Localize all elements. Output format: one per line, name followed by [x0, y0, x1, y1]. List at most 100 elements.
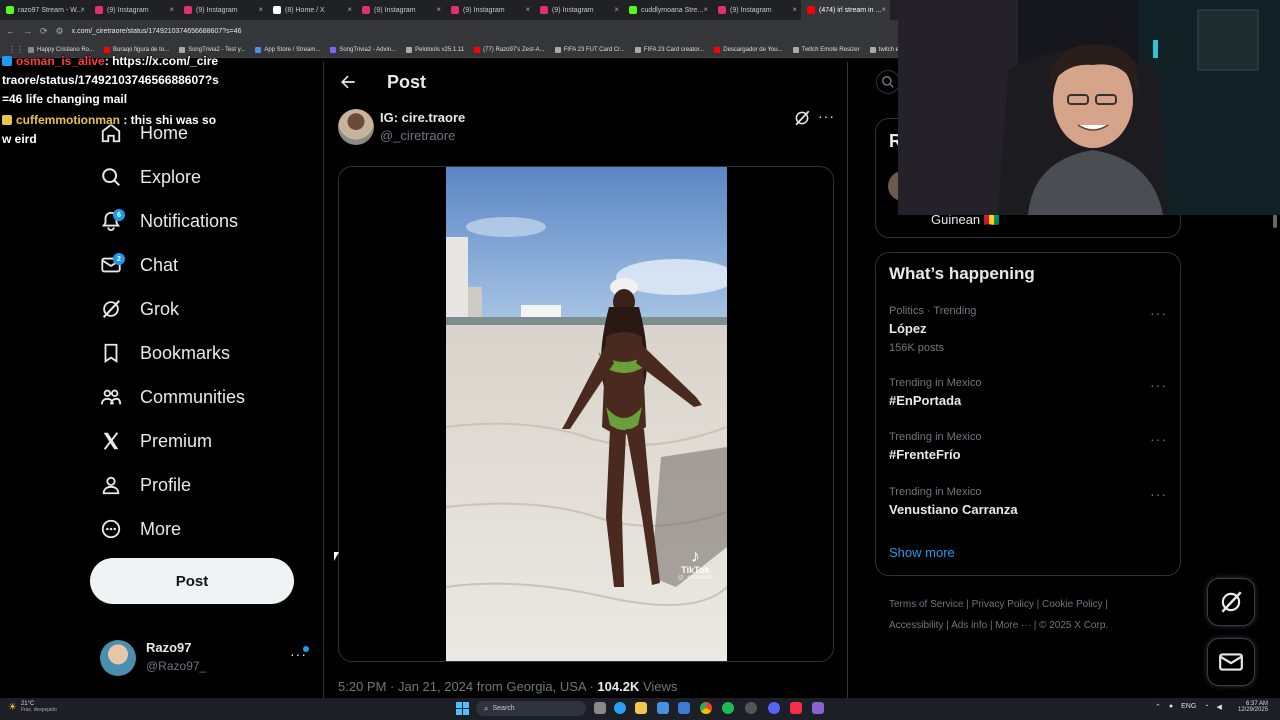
bookmark-favicon-icon — [869, 46, 876, 53]
author-avatar[interactable] — [338, 109, 374, 145]
trend-item[interactable]: Trending in Mexico Venustiano Carranza — [889, 486, 1169, 517]
tab-close-icon[interactable]: × — [258, 5, 263, 14]
more-dots-icon[interactable]: ··· — [1150, 377, 1167, 393]
nav-item-grok[interactable]: Grok — [100, 291, 179, 327]
tab-close-icon[interactable]: × — [169, 5, 174, 14]
bookmark-item[interactable]: Pelotools v25.1.11 — [406, 46, 464, 53]
footer-link[interactable]: © 2025 X Corp. — [1039, 620, 1108, 631]
browser-tab[interactable]: (9) Instagram × — [178, 0, 267, 20]
back-arrow-icon[interactable]: ← — [6, 26, 15, 36]
tab-close-icon[interactable]: × — [436, 5, 441, 14]
bookmark-label: twitch em... — [878, 46, 900, 53]
tab-close-icon[interactable]: × — [792, 5, 797, 14]
taskbar-search[interactable]: ⌕ Search — [476, 701, 586, 716]
file-explorer-icon[interactable] — [635, 702, 647, 714]
nav-item-premium[interactable]: Premium — [100, 423, 212, 459]
video-frame[interactable]: ♪ TikTok @_ciretraore — [446, 167, 727, 661]
more-dots-icon[interactable]: ··· — [1150, 486, 1167, 502]
browser-tab[interactable]: razo97 Stream - W... × — [0, 0, 89, 20]
trend-item[interactable]: Politics · Trending López 156K posts — [889, 305, 1169, 354]
nav-item-explore[interactable]: Explore — [100, 159, 201, 195]
more-dots-icon[interactable]: ··· — [818, 108, 835, 124]
more-dots-icon[interactable]: ··· — [1150, 305, 1167, 321]
author-handle[interactable]: @_ciretraore — [380, 128, 455, 143]
browser-tab[interactable]: (8) Home / X × — [267, 0, 356, 20]
footer-link[interactable]: More ··· — [995, 620, 1031, 631]
trend-item[interactable]: Trending in Mexico #FrenteFrío — [889, 431, 1169, 462]
post-media[interactable]: ♪ TikTok @_ciretraore — [338, 166, 834, 662]
messages-fab[interactable] — [1207, 638, 1255, 686]
trend-name: Venustiano Carranza — [889, 502, 1018, 517]
clock[interactable]: 6:37 AM 12/29/2025 — [1238, 701, 1268, 713]
footer-link[interactable]: Privacy Policy — [972, 599, 1034, 610]
tab-close-icon[interactable]: × — [347, 5, 352, 14]
grok-icon[interactable] — [793, 109, 811, 127]
chevron-up-icon[interactable]: ⌃ — [1155, 703, 1161, 711]
wifi-icon[interactable]: ◔ — [1204, 703, 1208, 711]
music-icon[interactable] — [790, 702, 802, 714]
nav-item-bookmarks[interactable]: Bookmarks — [100, 335, 230, 371]
store-icon[interactable] — [657, 702, 669, 714]
bookmark-item[interactable]: (77) Razo97's Zest-A... — [474, 46, 545, 53]
footer-link[interactable]: Cookie Policy — [1042, 599, 1103, 610]
whats-happening-title: What’s happening — [889, 264, 1035, 283]
tab-close-icon[interactable]: × — [614, 5, 619, 14]
bookmark-item[interactable]: App Store / Stream... — [255, 46, 320, 53]
browser-tab[interactable]: (474) irl stream in ... × — [801, 0, 890, 20]
bookmark-item[interactable]: Descargador de You... — [714, 46, 783, 53]
mail-app-icon[interactable] — [678, 702, 690, 714]
grok-fab[interactable] — [1207, 578, 1255, 626]
forward-arrow-icon[interactable]: → — [23, 26, 32, 36]
author-name[interactable]: IG: cire.traore — [380, 110, 465, 125]
discord-icon[interactable] — [768, 702, 780, 714]
trend-item[interactable]: Trending in Mexico #EnPortada — [889, 377, 1169, 408]
reload-icon[interactable]: ⟳ — [40, 26, 48, 37]
microphone-icon[interactable]: ● — [1169, 703, 1173, 711]
browser-tab[interactable]: (9) Instagram × — [356, 0, 445, 20]
footer-link[interactable]: Terms of Service — [889, 599, 963, 610]
chrome-icon[interactable] — [700, 702, 712, 714]
more-dots-icon[interactable]: ··· — [1150, 431, 1167, 447]
tab-close-icon[interactable]: × — [525, 5, 530, 14]
nav-item-chat[interactable]: 2 Chat — [100, 247, 178, 283]
browser-tab[interactable]: (9) Instagram × — [712, 0, 801, 20]
footer-link[interactable]: Ads info — [951, 620, 987, 631]
weather-widget[interactable]: ☀ 21°C Frac. despejado — [8, 701, 57, 713]
edge-icon[interactable] — [614, 702, 626, 714]
browser-tab[interactable]: (9) Instagram × — [534, 0, 623, 20]
browser-tab[interactable]: (9) Instagram × — [89, 0, 178, 20]
bookmark-favicon-icon — [330, 46, 337, 53]
spotify-icon[interactable] — [722, 702, 734, 714]
volume-icon[interactable]: ◀ — [1217, 703, 1222, 711]
post-button[interactable]: Post — [90, 558, 294, 604]
browser-tab[interactable]: (9) Instagram × — [445, 0, 534, 20]
scrollbar[interactable] — [1273, 214, 1277, 228]
tab-close-icon[interactable]: × — [881, 5, 886, 14]
nav-item-notifications[interactable]: 6 Notifications — [100, 203, 238, 239]
bookmark-icon — [100, 342, 122, 364]
url-text[interactable]: x.com/_ciretraore/status/174921037465668… — [72, 28, 242, 35]
footer-link[interactable]: Accessibility — [889, 620, 943, 631]
search-icon[interactable] — [876, 70, 900, 94]
nav-item-profile[interactable]: Profile — [100, 467, 191, 503]
site-info-icon[interactable]: ⚙ — [56, 26, 64, 37]
account-switcher[interactable]: Razo97 @Razo97_ ··· — [100, 638, 312, 678]
browser-tab[interactable]: cuddlymoana Stre... × — [623, 0, 712, 20]
tab-close-icon[interactable]: × — [80, 5, 85, 14]
bookmark-item[interactable]: FIFA 23 Card creator... — [634, 46, 704, 53]
bookmark-item[interactable]: FIFA 23 FUT Card Cr... — [554, 46, 625, 53]
post-timestamp[interactable]: 5:20 PM · Jan 21, 2024 from Georgia, USA… — [338, 679, 597, 694]
bookmark-item[interactable]: twitch em... — [869, 46, 900, 53]
start-button[interactable] — [456, 702, 469, 715]
nav-item-communities[interactable]: Communities — [100, 379, 245, 415]
obs-icon[interactable] — [745, 702, 757, 714]
bookmark-item[interactable]: Twitch Emote Resizer — [792, 46, 860, 53]
nav-item-more[interactable]: More — [100, 511, 181, 547]
back-arrow-icon[interactable] — [338, 72, 358, 92]
language-indicator[interactable]: ENG — [1181, 703, 1196, 711]
tab-close-icon[interactable]: × — [703, 5, 708, 14]
show-more-link[interactable]: Show more — [889, 545, 955, 560]
bookmark-item[interactable]: SongTrivia2 - Advin... — [330, 46, 396, 53]
app-icon[interactable] — [812, 702, 824, 714]
task-view-icon[interactable] — [594, 702, 606, 714]
